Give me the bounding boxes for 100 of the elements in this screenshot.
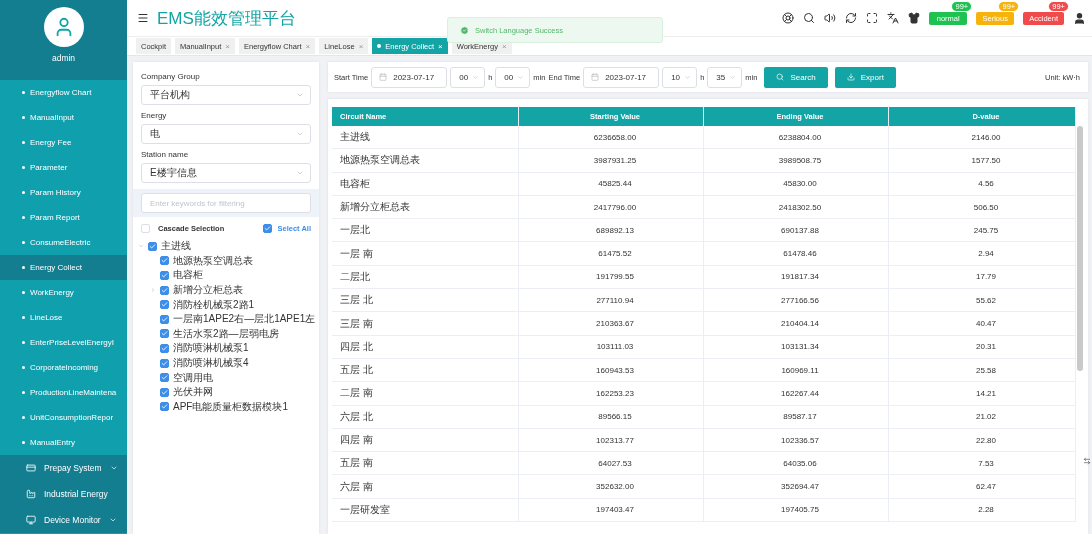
table-cell: 277166.56 [704, 289, 889, 313]
refresh-icon[interactable] [845, 12, 858, 24]
tree-item[interactable]: 光伏并网 [173, 385, 213, 400]
table-cell: 4.56 [889, 172, 1076, 196]
sidebar-group[interactable]: Device Monitor [0, 507, 127, 533]
tree-item[interactable]: 生活水泵2路—层弱电房 [173, 326, 279, 341]
table-cell: 197405.75 [704, 498, 889, 523]
close-icon[interactable]: × [305, 41, 311, 51]
chevron-icon [108, 516, 117, 524]
tree-item[interactable]: 地源热泵空调总表 [173, 253, 253, 268]
sidebar-item[interactable]: Energy Fee [0, 130, 127, 155]
search-icon[interactable] [803, 12, 816, 24]
tree-item[interactable]: 主进线 [161, 239, 191, 254]
sidebar-item[interactable]: LineLose [0, 305, 127, 330]
table-cell: 191799.55 [519, 265, 704, 290]
table-cell: 一层 南 [332, 242, 519, 266]
chevron-icon [517, 73, 525, 81]
table-cell: 2146.00 [889, 126, 1076, 150]
tree-item[interactable]: 消防栓机械泵2路1 [173, 297, 255, 312]
sidebar-item[interactable]: ManualEntry [0, 430, 127, 455]
tree-item[interactable]: 新增分立柜总表 [173, 283, 243, 298]
checkbox[interactable] [160, 343, 169, 353]
tree-item[interactable]: 电容柜 [173, 268, 203, 283]
translate-icon[interactable] [887, 12, 900, 24]
checkbox[interactable] [160, 387, 169, 397]
sidebar-item[interactable]: ManualInput [0, 105, 127, 130]
tree-item[interactable]: 消防喷淋机械泵1 [173, 341, 249, 356]
sidebar-item[interactable]: ConsumeElectric [0, 230, 127, 255]
sidebar-item[interactable]: EnterPriseLevelEnergyI [0, 330, 127, 355]
table-cell: 1577.50 [889, 149, 1076, 173]
user-icon[interactable] [1073, 11, 1086, 25]
hour-select[interactable]: 10 [662, 66, 698, 88]
checkbox[interactable] [160, 329, 169, 339]
table-cell: 21.02 [889, 405, 1076, 429]
checkbox[interactable] [160, 271, 169, 280]
fullscreen-icon[interactable] [866, 12, 879, 24]
checkbox[interactable] [148, 241, 157, 251]
table-cell: 160943.53 [519, 358, 704, 383]
close-icon[interactable]: × [358, 41, 364, 51]
menu-icon[interactable] [137, 12, 149, 24]
download-icon [846, 73, 855, 81]
sidebar-item[interactable]: CorporateIncoming [0, 355, 127, 380]
close-icon[interactable]: × [501, 41, 507, 51]
checkbox[interactable] [160, 285, 169, 295]
table-cell: 二层 南 [332, 382, 519, 406]
sidebar-item[interactable]: Energy Collect [0, 255, 127, 280]
tree-item[interactable]: APF电能质量柜数据模块1 [173, 399, 288, 414]
speaker-icon[interactable] [824, 12, 837, 24]
lifebuoy-icon[interactable] [782, 12, 795, 24]
export-button[interactable]: Export [834, 66, 896, 88]
table-cell: 162267.44 [704, 382, 889, 406]
table-cell: 61478.46 [704, 242, 889, 266]
search-button[interactable]: Search [764, 66, 828, 88]
minute-select[interactable]: 00 [495, 66, 531, 88]
checkbox[interactable] [160, 300, 169, 310]
company-select[interactable]: 平台机构 [141, 85, 311, 105]
swap-icon[interactable] [1083, 457, 1091, 465]
chevron-icon [729, 73, 737, 81]
minute-select[interactable]: 35 [707, 66, 743, 88]
sidebar-item[interactable]: UnitConsumptionRepor [0, 405, 127, 430]
table-cell: 四层 南 [332, 428, 519, 453]
table-cell: 一层北 [332, 219, 519, 243]
sidebar-item[interactable]: Energyflow Chart [0, 80, 127, 105]
table-cell: 六层 南 [332, 475, 519, 499]
table-cell: 二层北 [332, 265, 519, 290]
checkbox[interactable] [160, 256, 169, 266]
sidebar-item[interactable]: Param History [0, 180, 127, 205]
table-cell: 102336.57 [704, 428, 889, 453]
hour-select[interactable]: 00 [450, 66, 486, 88]
sidebar-item[interactable]: WorkEnergy [0, 280, 127, 305]
table-cell: 电容柜 [332, 172, 519, 196]
sidebar-group[interactable]: Industrial Energy [0, 481, 127, 507]
sidebar-item[interactable]: Param Report [0, 205, 127, 230]
tree-item[interactable]: 空调用电 [173, 370, 213, 385]
sidebar-item[interactable]: ProductionLineMaintena [0, 380, 127, 405]
scrollbar[interactable] [1077, 126, 1083, 371]
date-field[interactable]: 2023-07-17 [583, 66, 660, 88]
checkbox[interactable] [160, 314, 169, 324]
table-cell: 61475.52 [519, 242, 704, 266]
station-select[interactable]: E楼宇信息 [141, 163, 311, 183]
close-icon[interactable]: × [225, 41, 230, 51]
sidebar-group[interactable]: Prepay System [0, 455, 127, 481]
close-icon[interactable]: × [438, 41, 443, 51]
checkbox[interactable] [262, 223, 272, 233]
table-cell: 40.47 [889, 312, 1076, 336]
checkbox[interactable] [160, 358, 169, 368]
search-icon [776, 73, 785, 81]
tree-item[interactable]: 一层南1APE2右—层北1APE1左 [173, 312, 316, 327]
table-cell: 689892.13 [519, 219, 704, 243]
date-field[interactable]: 2023-07-17 [371, 66, 448, 88]
tree-item[interactable]: 消防喷淋机械泵4 [173, 356, 249, 371]
sidebar-item[interactable]: Parameter [0, 155, 127, 180]
group-icon [26, 463, 36, 473]
table-cell: 三层 北 [332, 289, 519, 313]
shirt-icon[interactable] [908, 12, 921, 24]
checkbox[interactable] [160, 402, 169, 412]
chevron-icon [109, 464, 118, 472]
checkbox[interactable] [160, 373, 169, 383]
table-cell: 2417796.00 [519, 195, 704, 220]
energy-select[interactable]: 电 [141, 124, 311, 144]
